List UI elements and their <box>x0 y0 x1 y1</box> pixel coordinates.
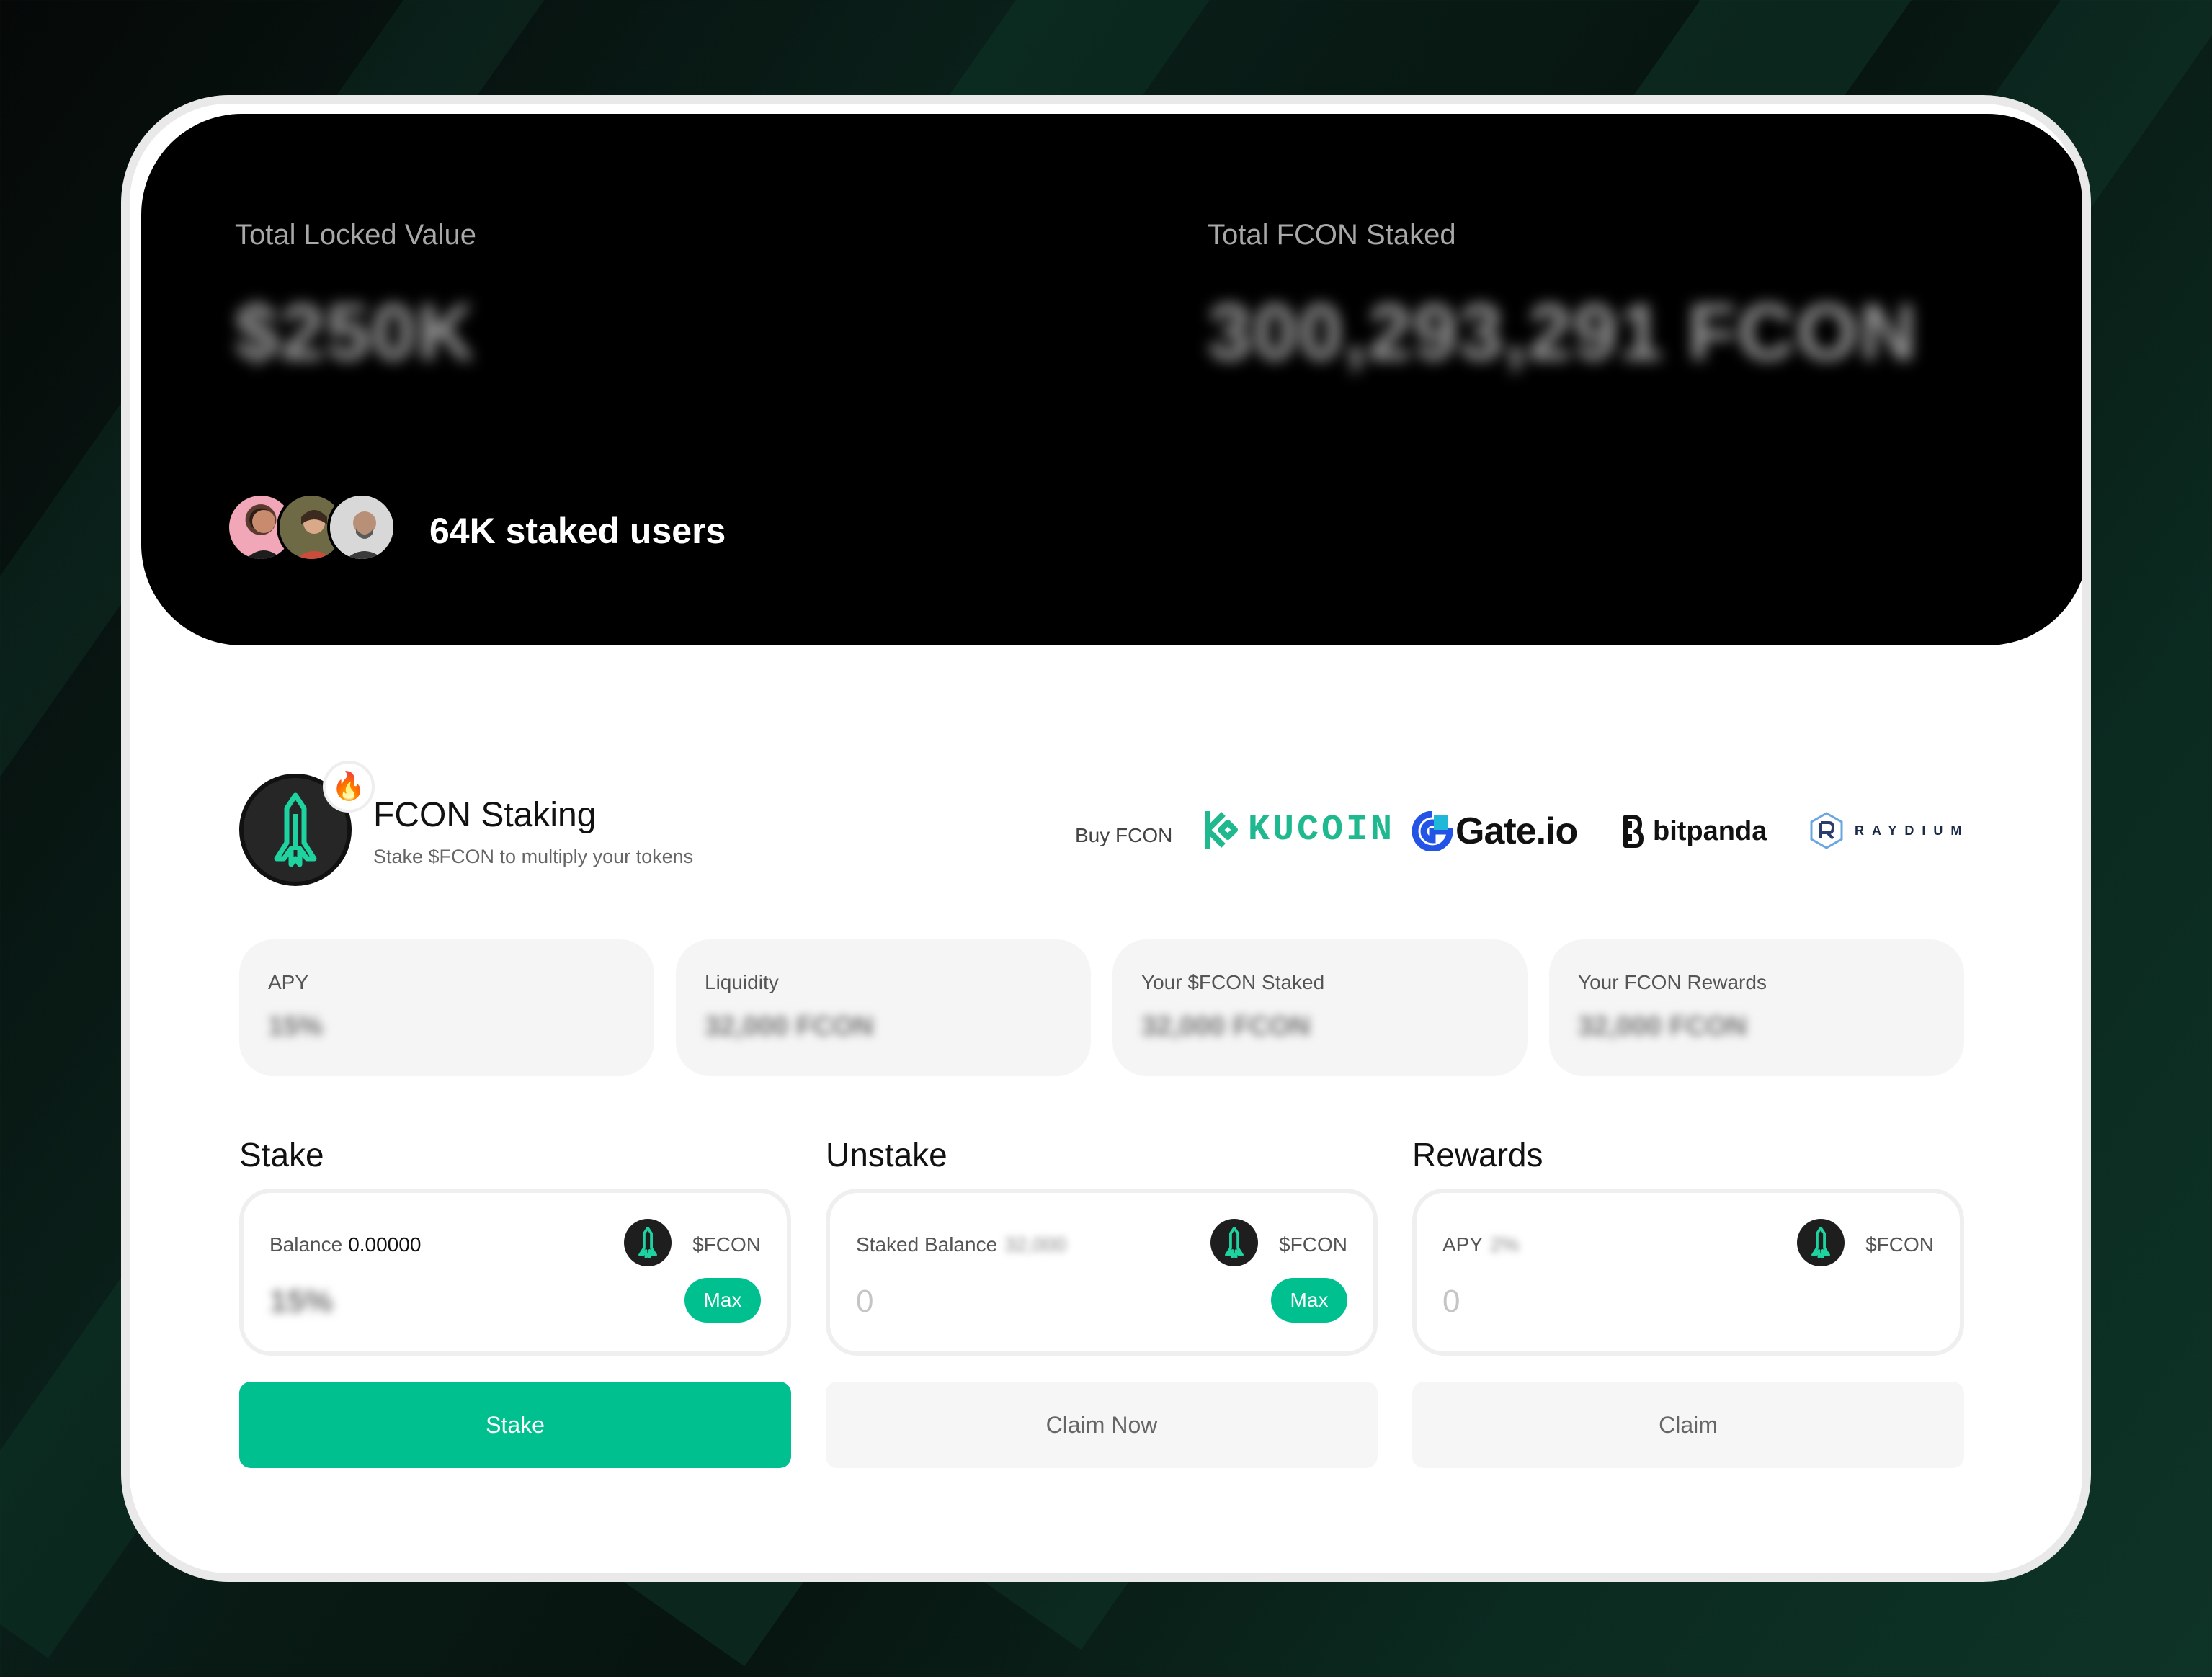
unstake-max-button[interactable]: Max <box>1271 1278 1347 1323</box>
stake-title: Stake <box>239 1136 324 1173</box>
stake-button[interactable]: Stake <box>239 1382 791 1468</box>
rewards-apy-label: APY 2% <box>1442 1233 1520 1256</box>
balance-value: 0.00000 <box>348 1233 422 1256</box>
staked-users-text: 64K staked users <box>429 511 726 551</box>
gate-link[interactable]: Gate.io <box>1412 810 1578 853</box>
stat-value: 32,000 FCON <box>705 1011 874 1042</box>
claim-button[interactable]: Claim <box>1412 1382 1964 1468</box>
stat-your-staked: Your $FCON Staked 32,000 FCON <box>1112 939 1528 1076</box>
stat-your-rewards: Your FCON Rewards 32,000 FCON <box>1549 939 1964 1076</box>
rewards-title: Rewards <box>1412 1136 1543 1173</box>
rocket-icon <box>274 792 317 867</box>
rewards-amount: 0 <box>1442 1284 1460 1319</box>
gate-label: Gate.io <box>1455 810 1578 852</box>
token-label: $FCON <box>1865 1233 1934 1256</box>
stat-value: 15% <box>268 1011 324 1042</box>
bitpanda-icon <box>1623 815 1644 848</box>
total-staked-label: Total FCON Staked <box>1208 219 1456 251</box>
balance-label: Balance 0.00000 <box>269 1233 421 1256</box>
total-locked-label: Total Locked Value <box>235 219 477 251</box>
staking-card: Total Locked Value $250K Total FCON Stak… <box>121 95 2091 1582</box>
staked-balance-label-text: Staked Balance <box>856 1233 998 1256</box>
stat-apy: APY 15% <box>239 939 654 1076</box>
kucoin-label: KUCOIN <box>1248 809 1396 851</box>
stat-label: Your FCON Rewards <box>1578 971 1767 993</box>
total-staked-value: 300,293,291 FCON <box>1208 288 1918 377</box>
balance-label-text: Balance <box>269 1233 343 1256</box>
stat-label: APY <box>268 971 309 993</box>
unstake-input-panel[interactable]: Staked Balance 32,000 $FCON 0 Max <box>826 1189 1378 1356</box>
raydium-label: RAYDIUM <box>1855 823 1970 838</box>
fcon-token-icon <box>624 1219 672 1266</box>
bitpanda-link[interactable]: bitpanda <box>1621 814 1767 849</box>
kucoin-link[interactable]: KUCOIN <box>1202 808 1395 851</box>
raydium-icon <box>1810 812 1843 849</box>
hero-panel: Total Locked Value $250K Total FCON Stak… <box>141 114 2082 645</box>
bitpanda-label: bitpanda <box>1653 815 1767 846</box>
token-label: $FCON <box>692 1233 761 1256</box>
fcon-token-icon <box>1210 1219 1258 1266</box>
stat-liquidity: Liquidity 32,000 FCON <box>676 939 1091 1076</box>
unstake-title: Unstake <box>826 1136 947 1173</box>
token-label: $FCON <box>1279 1233 1347 1256</box>
stat-value: 32,000 FCON <box>1141 1011 1311 1042</box>
stake-input-panel[interactable]: Balance 0.00000 $FCON 15% Max <box>239 1189 791 1356</box>
stat-label: Liquidity <box>705 971 779 993</box>
total-locked-value: $250K <box>235 288 476 377</box>
rewards-apy-value: 2% <box>1490 1233 1520 1256</box>
avatar <box>327 493 396 562</box>
rewards-apy-label-text: APY <box>1442 1233 1484 1256</box>
buy-label: Buy FCON <box>1075 824 1173 846</box>
stake-max-button[interactable]: Max <box>684 1278 761 1323</box>
page-subtitle: Stake $FCON to multiply your tokens <box>373 846 694 867</box>
rewards-panel: APY 2% $FCON 0 <box>1412 1189 1964 1356</box>
staked-balance-value: 32,000 <box>1004 1233 1066 1256</box>
staked-balance-label: Staked Balance 32,000 <box>856 1233 1066 1256</box>
stat-value: 32,000 FCON <box>1578 1011 1747 1042</box>
kucoin-icon <box>1205 811 1238 849</box>
claim-now-button[interactable]: Claim Now <box>826 1382 1378 1468</box>
stat-label: Your $FCON Staked <box>1141 971 1325 993</box>
fcon-token-icon <box>1797 1219 1845 1266</box>
raydium-link[interactable]: RAYDIUM <box>1809 811 1969 850</box>
gate-icon <box>1412 811 1453 851</box>
stake-amount-input[interactable]: 15% <box>269 1284 333 1320</box>
page-title: FCON Staking <box>373 796 597 834</box>
unstake-amount-input[interactable]: 0 <box>856 1284 873 1320</box>
fire-icon: 🔥 <box>323 761 375 813</box>
